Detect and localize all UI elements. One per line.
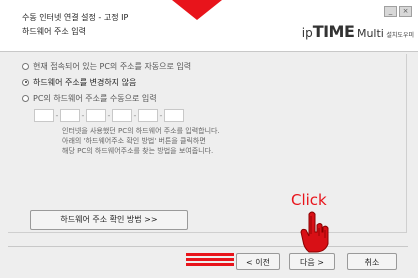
click-annotation: Click — [291, 191, 327, 209]
window-controls: _ × — [384, 6, 412, 17]
footer-divider — [8, 246, 408, 247]
brand-name: TIME — [312, 22, 355, 41]
next-button[interactable]: 다음 > — [289, 253, 335, 270]
help-text: 인터넷을 사용했던 PC의 하드웨어 주소를 입력합니다. 아래의 '하드웨어주… — [62, 126, 220, 156]
radio-auto-input[interactable] — [22, 62, 29, 70]
help-line-3: 해당 PC의 하드웨어주소를 찾는 방법을 보여줍니다. — [62, 147, 214, 155]
option-auto-input[interactable]: 현재 접속되어 있는 PC의 주소를 자동으로 입력 — [22, 58, 191, 74]
mac-octet-1-input[interactable] — [34, 109, 54, 122]
option-no-change[interactable]: 하드웨어 주소를 변경하지 않음 — [22, 74, 191, 90]
red-stripes-decoration — [186, 253, 234, 268]
close-button[interactable]: × — [399, 6, 412, 17]
dialog-subtitle: 하드웨어 주소 입력 — [22, 27, 86, 36]
mac-octet-2-input[interactable] — [60, 109, 80, 122]
help-line-1: 인터넷을 사용했던 PC의 하드웨어 주소를 입력합니다. — [62, 127, 220, 135]
help-line-2: 아래의 '하드웨어주소 확인 방법' 버튼을 클릭하면 — [62, 137, 206, 145]
mac-octet-3-input[interactable] — [86, 109, 106, 122]
pointer-triangle-icon — [172, 0, 222, 20]
mac-address-fields: - - - - - — [34, 109, 184, 122]
option-manual-input[interactable]: PC의 하드웨어 주소를 수동으로 입력 — [22, 90, 191, 106]
cancel-button[interactable]: 취소 — [347, 253, 397, 270]
brand-suffix: Multi — [356, 27, 384, 40]
find-mac-address-button[interactable]: 하드웨어 주소 확인 방법 >> — [30, 210, 188, 230]
radio-no-change[interactable] — [22, 78, 29, 86]
pointing-hand-icon — [300, 211, 329, 253]
minimize-button[interactable]: _ — [384, 6, 397, 17]
brand-tagline: 설치도우미 — [386, 32, 414, 39]
dialog-title: 수동 인터넷 연결 설정 - 고정 IP — [22, 13, 129, 22]
option-manual-input-label: PC의 하드웨어 주소를 수동으로 입력 — [33, 93, 157, 103]
option-auto-input-label: 현재 접속되어 있는 PC의 주소를 자동으로 입력 — [33, 61, 192, 71]
brand-prefix: ip — [301, 26, 313, 40]
radio-manual-input[interactable] — [22, 94, 29, 102]
mac-octet-4-input[interactable] — [112, 109, 132, 122]
brand-logo: ipTIME Multi 설치도우미 — [302, 22, 414, 41]
option-no-change-label: 하드웨어 주소를 변경하지 않음 — [33, 77, 137, 87]
mac-octet-5-input[interactable] — [138, 109, 158, 122]
prev-button[interactable]: < 이전 — [236, 253, 280, 270]
mac-option-group: 현재 접속되어 있는 PC의 주소를 자동으로 입력 하드웨어 주소를 변경하지… — [22, 58, 191, 106]
mac-octet-6-input[interactable] — [164, 109, 184, 122]
